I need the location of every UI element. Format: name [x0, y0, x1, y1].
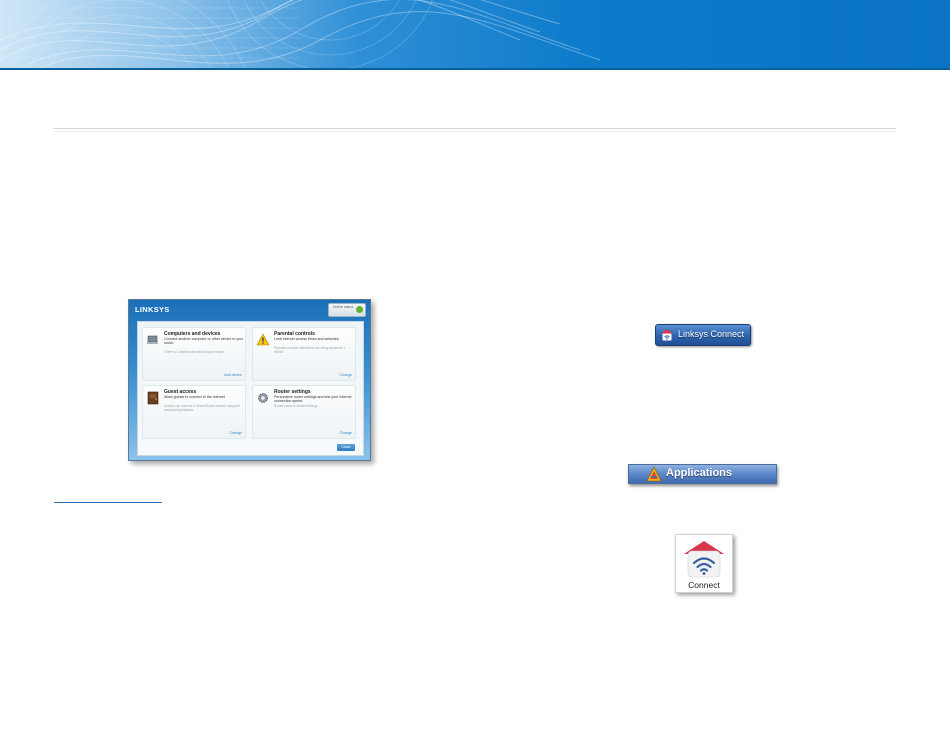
tile-status: Parental controls restrictions are being… [274, 346, 346, 354]
tile-description: Limit Internet access times and websites… [274, 337, 340, 341]
applications-label: Applications [666, 467, 733, 479]
tile-description: Connect another computer or other device… [164, 337, 244, 346]
warning-icon [256, 333, 270, 346]
tile-computers-and-devices[interactable]: Computers and devices Connect another co… [142, 327, 246, 381]
online-status-text: Online status [332, 305, 354, 309]
tile-status: Router name is RouterSettings [274, 404, 318, 408]
tile-router-settings[interactable]: Router settings Personalize router setti… [252, 385, 356, 439]
banner-wave-graphic [0, 0, 601, 68]
tile-status: Guests can connect to BrownGuest network… [164, 404, 241, 412]
change-link[interactable]: Change [229, 431, 242, 435]
linksys-connect-button[interactable]: Linksys Connect [655, 324, 751, 346]
gear-icon [258, 393, 268, 403]
applications-folder-icon [646, 466, 662, 482]
section-divider [54, 128, 896, 129]
connect-house-wifi-icon [684, 541, 724, 578]
online-status-indicator: Online status [328, 303, 366, 317]
tile-status: There is 1 device connected to your rout… [164, 350, 225, 354]
change-link[interactable]: Change [339, 431, 352, 435]
door-icon [147, 391, 159, 405]
applications-folder-button[interactable]: Applications [628, 464, 777, 484]
linksys-dashboard-screenshot: LINKSYS Online status Computers and devi… [128, 299, 371, 461]
header-banner [0, 0, 950, 68]
add-device-link[interactable]: Add device [224, 373, 242, 377]
connect-app-icon-tile[interactable]: Connect [675, 534, 733, 593]
linksys-connect-label: Linksys Connect [678, 329, 745, 339]
computer-icon [147, 335, 158, 344]
close-button[interactable]: Close [337, 444, 355, 451]
connect-app-label: Connect [688, 580, 720, 590]
tile-description: Personalize router settings and test you… [274, 395, 352, 404]
checkmark-icon [356, 306, 363, 313]
section-divider-secondary [54, 131, 896, 132]
tile-guest-access[interactable]: Guest access Allow guests to connect to … [142, 385, 246, 439]
banner-underline [0, 68, 950, 70]
dashboard-panel: Computers and devices Connect another co… [137, 321, 364, 456]
tile-parental-controls[interactable]: Parental controls Limit Internet access … [252, 327, 356, 381]
hyperlink-underline[interactable] [54, 502, 162, 503]
change-link[interactable]: Change [339, 373, 352, 377]
connect-house-icon [661, 329, 673, 341]
linksys-logo: LINKSYS [135, 305, 170, 314]
tile-description: Allow guests to connect to the Internet [164, 395, 225, 399]
